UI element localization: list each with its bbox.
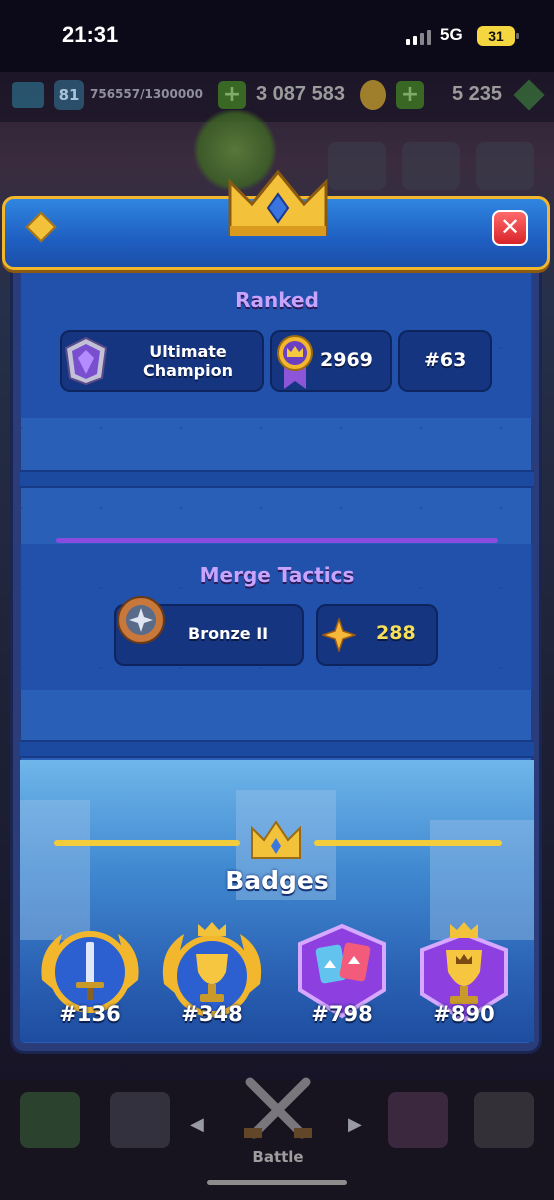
right-arrow-icon: ▶ (348, 1114, 362, 1135)
events-tab[interactable] (474, 1092, 534, 1148)
merge-points: 288 (376, 622, 416, 644)
home-indicator[interactable] (207, 1180, 347, 1185)
add-gems-button[interactable]: + (396, 81, 424, 109)
crown-icon (228, 169, 328, 236)
status-bar: 21:31 5G 31 (0, 0, 554, 72)
ranked-title: Ranked (235, 288, 319, 312)
gold-amount: 3 087 583 (256, 83, 345, 105)
ranked-position: #63 (424, 349, 467, 371)
ranked-trophies: 2969 (320, 349, 373, 371)
badges-title: Badges (225, 866, 329, 895)
badge-rank-2: #348 (181, 1002, 243, 1026)
battery-icon: 31 (477, 26, 519, 46)
signal-icon (406, 29, 432, 45)
bronze-league-icon (117, 596, 165, 644)
ultimate-champion-icon (64, 336, 108, 386)
close-button[interactable]: ✕ (492, 210, 528, 246)
medal-icon (277, 335, 313, 389)
badge-rank-4: #890 (433, 1002, 495, 1026)
battle-swords-icon[interactable] (240, 1076, 316, 1146)
badges-line-left (54, 840, 240, 846)
left-arrow-icon: ◀ (190, 1114, 204, 1135)
badge-rank-1: #136 (59, 1002, 121, 1026)
battle-tab-label[interactable]: Battle (238, 1148, 318, 1166)
add-gold-button[interactable]: + (218, 81, 246, 109)
league-name-line1: Ultimate (149, 342, 227, 361)
network-type: 5G (440, 25, 463, 44)
gem-amount: 5 235 (452, 83, 503, 105)
crown-icon (12, 82, 44, 108)
merge-tactics-title: Merge Tactics (199, 563, 355, 587)
status-time: 21:31 (62, 22, 119, 47)
sparkle-star-icon (322, 618, 356, 652)
section-divider (20, 470, 534, 488)
xp-progress: 756557/1300000 (90, 87, 203, 101)
merge-league-name: Bronze II (188, 624, 269, 643)
badges-line-right (314, 840, 502, 846)
section-divider-2 (20, 740, 534, 758)
clan-tab[interactable] (388, 1092, 448, 1148)
coin-icon (360, 80, 386, 110)
menu-button[interactable] (476, 142, 534, 190)
shop-tab[interactable] (20, 1092, 80, 1148)
social-button[interactable] (328, 142, 386, 190)
league-name-line2: Champion (143, 361, 233, 380)
crown-icon (251, 820, 301, 859)
merge-tactics-divider-line (56, 538, 498, 543)
player-level: 81 (54, 80, 84, 110)
badge-rank-3: #798 (311, 1002, 373, 1026)
news-button[interactable] (402, 142, 460, 190)
cards-tab[interactable] (110, 1092, 170, 1148)
